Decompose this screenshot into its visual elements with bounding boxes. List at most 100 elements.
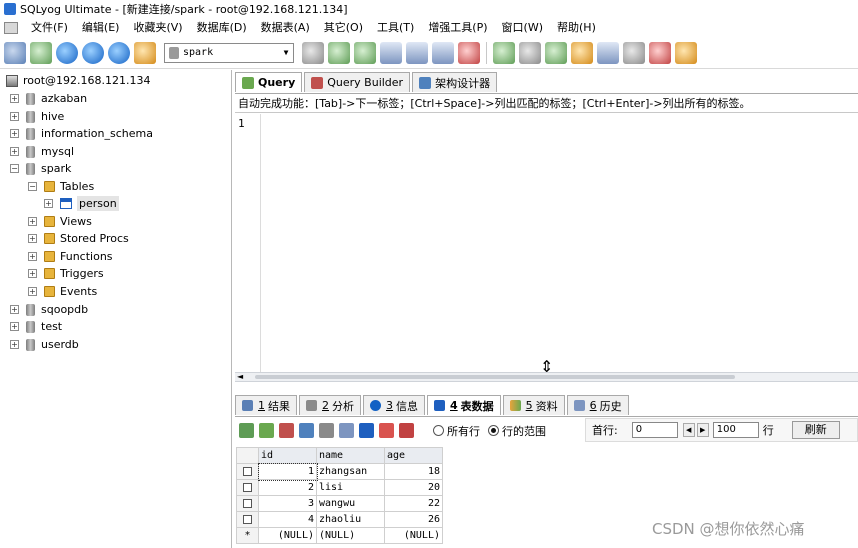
tab-messages[interactable]: 3 信息: [363, 395, 425, 415]
radio-row-range[interactable]: 行的范围: [488, 423, 546, 439]
delete-row-icon[interactable]: [279, 423, 294, 438]
insert-row-icon[interactable]: [239, 423, 254, 438]
expand-icon[interactable]: +: [44, 199, 53, 208]
editor-results-splitter[interactable]: ◄ ⇕: [235, 359, 858, 382]
tree-db-spark[interactable]: − spark: [10, 160, 71, 177]
tree-root[interactable]: root@192.168.121.134: [6, 72, 151, 89]
horizontal-scrollbar[interactable]: [255, 375, 735, 379]
radio-circle[interactable]: [433, 425, 444, 436]
row-count-input[interactable]: 100: [712, 422, 759, 438]
tree-db-information-schema[interactable]: + information_schema: [10, 125, 153, 142]
cell-age[interactable]: 18: [384, 463, 443, 480]
tab-profiler[interactable]: 2 分析: [299, 395, 361, 415]
menu-favorites[interactable]: 收藏夹(V): [126, 18, 189, 37]
cell-id[interactable]: (NULL): [258, 527, 317, 544]
tree-folder-events[interactable]: + Events: [28, 283, 97, 300]
expand-icon[interactable]: +: [10, 112, 19, 121]
table-icon[interactable]: [432, 41, 454, 64]
database-selector[interactable]: spark ▼: [164, 42, 294, 63]
tree-db-azkaban[interactable]: + azkaban: [10, 90, 87, 107]
tree-db-hive[interactable]: + hive: [10, 108, 64, 125]
expand-icon[interactable]: +: [28, 269, 37, 278]
execute-query-icon[interactable]: [56, 41, 78, 64]
chevron-down-icon[interactable]: ▼: [279, 48, 293, 57]
save-icon[interactable]: [359, 423, 374, 438]
cell-id[interactable]: 3: [258, 495, 317, 512]
system-menu-icon[interactable]: [4, 21, 18, 34]
menu-window[interactable]: 窗口(W): [495, 18, 550, 37]
cell-name[interactable]: wangwu: [316, 495, 385, 512]
expand-icon[interactable]: +: [10, 129, 19, 138]
new-connection-icon[interactable]: [30, 41, 52, 64]
expand-icon[interactable]: +: [10, 147, 19, 156]
schema-icon[interactable]: [458, 41, 480, 64]
row-checkbox[interactable]: [236, 479, 259, 496]
radio-circle[interactable]: [488, 425, 499, 436]
row-checkbox[interactable]: [236, 463, 259, 480]
designer-icon[interactable]: [649, 41, 671, 64]
expand-icon[interactable]: +: [28, 252, 37, 261]
first-row-input[interactable]: 0: [631, 422, 678, 438]
column-header-id[interactable]: id: [258, 447, 317, 464]
tab-results[interactable]: 1 结果: [235, 395, 297, 415]
query-editor[interactable]: 1: [235, 114, 858, 372]
tree-table-person[interactable]: + person: [44, 195, 119, 212]
column-header-age[interactable]: age: [384, 447, 443, 464]
import-icon[interactable]: [493, 41, 515, 64]
menu-table[interactable]: 数据表(A): [254, 18, 317, 37]
radio-all-rows[interactable]: 所有行: [433, 423, 480, 439]
cell-age[interactable]: 22: [384, 495, 443, 512]
export-icon[interactable]: [519, 41, 541, 64]
expand-icon[interactable]: +: [28, 287, 37, 296]
connect-icon[interactable]: [4, 41, 26, 64]
column-header-name[interactable]: name: [316, 447, 385, 464]
notification-icon[interactable]: [623, 41, 645, 64]
restore-icon[interactable]: [406, 41, 428, 64]
duplicate-row-icon[interactable]: [259, 423, 274, 438]
tab-table-data[interactable]: 4 表数据: [427, 395, 501, 415]
cell-age[interactable]: 26: [384, 511, 443, 528]
menu-other[interactable]: 其它(O): [317, 18, 370, 37]
execute-edit-icon[interactable]: [108, 41, 130, 64]
backup-icon[interactable]: [380, 41, 402, 64]
menu-file[interactable]: 文件(F): [24, 18, 75, 37]
tree-folder-triggers[interactable]: + Triggers: [28, 265, 104, 282]
scroll-left-icon[interactable]: ◄: [237, 372, 243, 381]
copy-database-icon[interactable]: [571, 41, 593, 64]
row-selector-header[interactable]: [236, 447, 259, 464]
expand-icon[interactable]: +: [10, 94, 19, 103]
collapse-icon[interactable]: −: [28, 182, 37, 191]
cell-name[interactable]: lisi: [316, 479, 385, 496]
trash-icon[interactable]: [379, 423, 394, 438]
row-checkbox[interactable]: [236, 511, 259, 528]
table-row[interactable]: 4 zhaoliu 26: [236, 511, 443, 528]
menu-tools[interactable]: 工具(T): [370, 18, 421, 37]
tree-db-mysql[interactable]: + mysql: [10, 143, 74, 160]
next-page-icon[interactable]: ▶: [696, 423, 709, 437]
cell-name[interactable]: (NULL): [316, 527, 385, 544]
collapse-icon[interactable]: −: [10, 164, 19, 173]
tab-query-builder[interactable]: Query Builder: [304, 72, 411, 92]
table-row[interactable]: 1 zhangsan 18: [236, 462, 443, 481]
table-row[interactable]: 2 lisi 20: [236, 479, 443, 496]
menu-help[interactable]: 帮助(H): [550, 18, 603, 37]
cell-id[interactable]: 2: [258, 479, 317, 496]
tree-folder-tables[interactable]: − Tables: [28, 178, 94, 195]
refresh-button[interactable]: 刷新: [791, 421, 840, 439]
stop-icon[interactable]: [134, 41, 156, 64]
tree-folder-stored-procs[interactable]: + Stored Procs: [28, 230, 129, 247]
filter-icon[interactable]: [319, 423, 334, 438]
expand-icon[interactable]: +: [10, 322, 19, 331]
create-database-icon[interactable]: [328, 41, 350, 64]
cell-age[interactable]: 20: [384, 479, 443, 496]
tree-folder-functions[interactable]: + Functions: [28, 248, 113, 265]
new-row[interactable]: * (NULL) (NULL) (NULL): [236, 527, 443, 544]
tree-folder-views[interactable]: + Views: [28, 213, 92, 230]
menu-edit[interactable]: 编辑(E): [75, 18, 127, 37]
cell-name[interactable]: zhaoliu: [316, 511, 385, 528]
cell-id[interactable]: 1: [257, 462, 318, 481]
cell-age[interactable]: (NULL): [384, 527, 443, 544]
execute-all-icon[interactable]: [82, 41, 104, 64]
tree-db-userdb[interactable]: + userdb: [10, 336, 79, 353]
export-grid-icon[interactable]: [339, 423, 354, 438]
